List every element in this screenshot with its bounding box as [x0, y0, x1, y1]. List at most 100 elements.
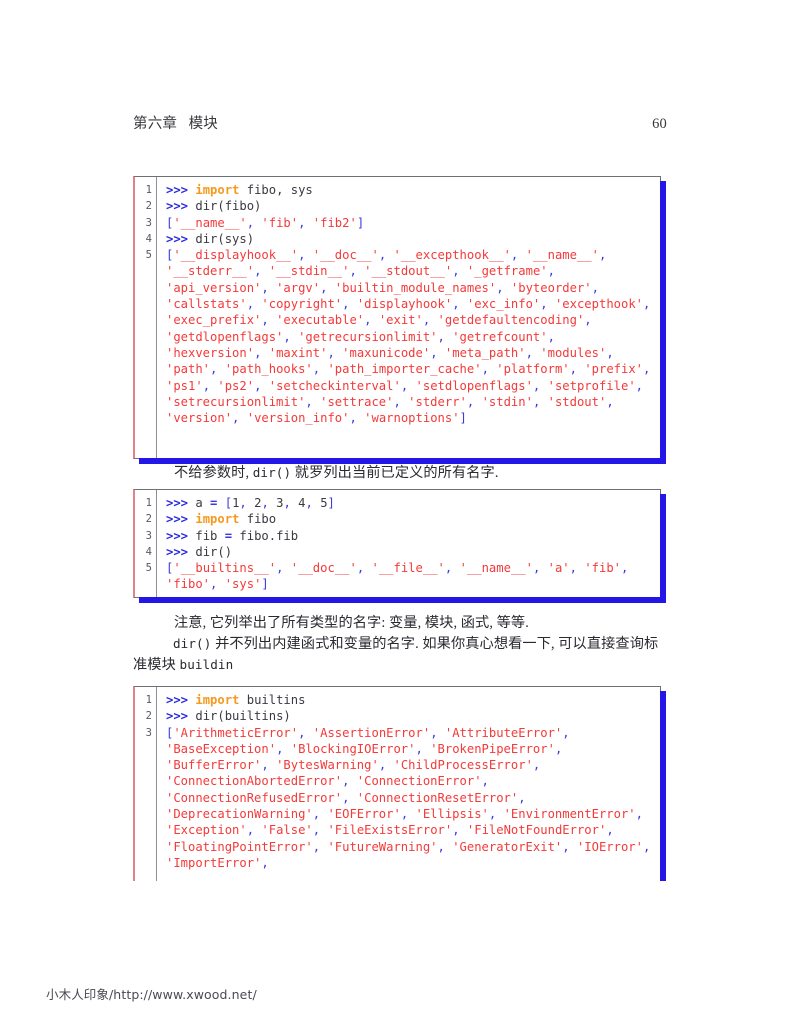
code-token-str: 'path_hooks': [224, 362, 313, 377]
line-number: 2: [145, 200, 152, 213]
code-token-punct: ]: [261, 577, 269, 592]
code-token-punct: ,: [591, 280, 607, 295]
code-token-punct: ,: [298, 215, 313, 230]
code-token-str: 'ConnectionResetError': [356, 790, 519, 805]
line-number: 3: [145, 529, 152, 542]
code-content: >>> a = [1, 2, 3, 4, 5] >>> import fibo >>…: [157, 490, 660, 597]
code-line: >>> import builtins: [166, 692, 654, 708]
code-token-prompt: >>>: [166, 231, 196, 246]
code-token-str: 'BlockingIOError': [290, 741, 416, 756]
code-token-punct: ]: [327, 496, 335, 510]
code-token-punct: ,: [261, 496, 277, 510]
code-token-punct: ,: [444, 561, 460, 576]
code-token-str: 'exec_prefix': [166, 313, 262, 328]
code-token-punct: ,: [276, 741, 291, 756]
code-token-plain: fib: [195, 528, 225, 543]
code-token-str: 'AttributeError': [444, 725, 563, 740]
code-token-punct: ,: [518, 790, 533, 805]
code-token-punct: ,: [510, 248, 526, 263]
code-token-str: 'ConnectionAbortedError': [166, 774, 343, 789]
code-token-punct: ]: [459, 411, 467, 426]
listing-shadow-bottom: [139, 597, 666, 603]
code-token-str: '__name__': [173, 215, 247, 230]
code-token-punct: ,: [356, 561, 372, 576]
code-token-punct: ,: [452, 297, 467, 312]
code-line: >>> dir(fibo): [166, 198, 654, 214]
code-token-prompt: >>>: [166, 512, 196, 527]
code-token-str: 'FloatingPointError': [166, 839, 313, 854]
code-token-str: 'executable': [276, 313, 365, 328]
code-token-punct: ,: [305, 394, 321, 409]
code-token-punct: ,: [606, 394, 622, 409]
code-token-punct: ,: [298, 248, 313, 263]
line-number: 3: [145, 216, 152, 229]
code-token-punct: ,: [378, 758, 394, 773]
paragraph-all-name-types: 注意, 它列举出了所有类型的名字: 变量, 模块, 函式, 等等.: [174, 615, 529, 631]
code-token-kw: import: [195, 183, 240, 197]
code-token-punct: ]: [356, 215, 365, 230]
code-token-str: 'Ellipsis': [415, 807, 489, 822]
code-token-punct: ,: [246, 823, 262, 838]
code-token-str: 'path_importer_cache': [327, 362, 482, 377]
listing-shadow-right: [660, 494, 666, 603]
code-token-str: 'AssertionError': [312, 725, 431, 740]
code-token-punct: ,: [320, 280, 335, 295]
code-token-punct: ,: [261, 313, 277, 328]
code-token-prompt: >>>: [166, 496, 196, 510]
code-token-punct: ,: [569, 362, 585, 377]
code-token-punct: ,: [540, 297, 555, 312]
code-token-punct: ,: [532, 758, 548, 773]
code-line: ['__displayhook__', '__doc__', '__except…: [166, 247, 654, 426]
code-token-punct: ,: [532, 378, 548, 393]
code-token-str: 'getrecursionlimit': [298, 329, 438, 344]
inline-code-dir: dir(): [252, 465, 292, 480]
code-token-punct: ,: [312, 823, 328, 838]
code-token-str: 'FileExistsError': [327, 823, 453, 838]
code-token-str: 'setprofile': [547, 378, 636, 393]
listing-shadow-right: [660, 691, 666, 881]
line-number-gutter: 1 2 3 4 5: [135, 490, 157, 597]
footer-watermark: 小木人印象/http://www.xwood.net/: [46, 987, 257, 1002]
code-token-str: 'warnoptions': [364, 411, 460, 426]
code-token-str: 'api_version': [166, 280, 262, 295]
code-token-str: 'Exception': [166, 823, 247, 838]
line-number: 1: [145, 694, 152, 706]
document-page: 第六章 模块 60 12345 >>> import fibo, sys >>> …: [0, 0, 800, 1035]
line-number: 1: [145, 497, 152, 509]
code-token-str: '__name__': [459, 561, 533, 576]
code-token-punct: ,: [239, 496, 255, 510]
code-token-str: 'copyright': [261, 297, 343, 312]
code-line: ['__name__', 'fib', 'fib2']: [166, 215, 654, 231]
code-token-str: 'ps2': [217, 378, 255, 393]
code-token-punct: ,: [283, 496, 299, 510]
code-token-str: 'exit': [378, 313, 423, 328]
code-token-str: 'FileNotFoundError': [466, 823, 607, 838]
code-token-punct: ,: [298, 725, 313, 740]
code-listing-dir-fibo-sys: 12345 >>> import fibo, sys >>> dir(fibo)[…: [133, 176, 666, 464]
code-token-str: 'getrefcount': [452, 329, 548, 344]
code-token-punct: ,: [364, 313, 379, 328]
code-token-punct: [: [224, 496, 233, 510]
code-token-plain: builtins: [239, 693, 306, 707]
code-token-punct: ,: [400, 807, 416, 822]
code-token-punct: ,: [554, 741, 570, 756]
code-token-str: '__doc__': [290, 561, 357, 576]
code-token-punct: ,: [305, 496, 321, 510]
code-token-punct: ,: [342, 297, 357, 312]
code-token-punct: ,: [312, 362, 328, 377]
code-token-str: 'DeprecationWarning': [166, 807, 313, 822]
para-pre: 不给参数时,: [174, 465, 253, 481]
code-token-punct: ,: [210, 577, 225, 592]
code-token-str: 'fib': [584, 561, 622, 576]
code-token-plain: dir(builtins): [195, 709, 291, 724]
code-token-str: 'maxint': [268, 345, 328, 360]
code-token-punct: ,: [276, 561, 291, 576]
code-token-punct: ,: [246, 297, 262, 312]
code-listing-dir-no-args: 12345 >>> a = [1, 2, 3, 4, 5] >>> import …: [133, 489, 666, 603]
line-number: 2: [145, 710, 152, 723]
code-token-str: 'excepthook': [554, 297, 644, 312]
code-token-punct: ,: [246, 215, 262, 230]
code-token-str: 'exc_info': [466, 297, 541, 312]
code-token-num: 5: [320, 496, 328, 510]
code-token-punct: ,: [452, 823, 467, 838]
